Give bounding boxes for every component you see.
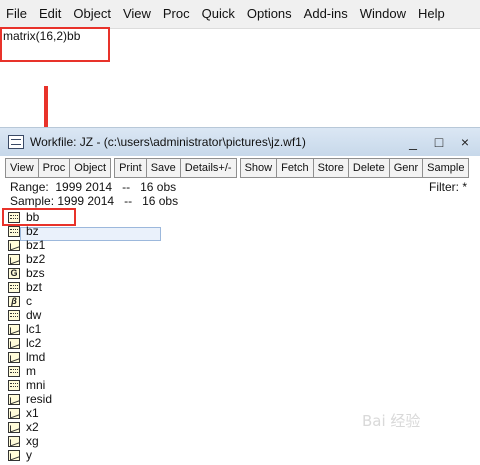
series-icon <box>8 407 20 419</box>
object-name: lc2 <box>26 336 42 350</box>
proc-button[interactable]: Proc <box>37 158 71 178</box>
object-name: bz <box>26 224 39 238</box>
object-name: dw <box>26 308 42 322</box>
delete-button[interactable]: Delete <box>347 158 390 178</box>
filter-info[interactable]: Filter: * <box>429 180 467 194</box>
object-name: resid <box>26 392 53 406</box>
object-name: xg <box>26 434 39 448</box>
object-highlight-box <box>2 208 76 226</box>
object-name: bzt <box>26 280 43 294</box>
menu-bar: File Edit Object View Proc Quick Options… <box>0 0 480 29</box>
show-button[interactable]: Show <box>239 158 278 178</box>
list-item[interactable]: lmd <box>8 350 52 364</box>
series-icon <box>8 323 20 335</box>
genr-button[interactable]: Genr <box>388 158 424 178</box>
object-name: y <box>26 448 32 462</box>
menu-edit[interactable]: Edit <box>33 0 67 28</box>
menu-window[interactable]: Window <box>354 0 412 28</box>
object-name: m <box>26 364 36 378</box>
save-button[interactable]: Save <box>145 158 181 178</box>
object-name: lmd <box>26 350 46 364</box>
list-item[interactable]: mni <box>8 378 52 392</box>
watermark: Bai 经验 <box>362 412 421 430</box>
workfile-toolbar: View Proc Object Print Save Details+/- S… <box>5 158 470 178</box>
object-button[interactable]: Object <box>69 158 112 178</box>
list-item[interactable]: bz1 <box>8 238 52 252</box>
menu-add-ins[interactable]: Add-ins <box>298 0 354 28</box>
list-item[interactable]: bzt <box>8 280 52 294</box>
list-item[interactable]: Gbzs <box>8 266 52 280</box>
list-item[interactable]: x1 <box>8 406 52 420</box>
print-button[interactable]: Print <box>114 158 147 178</box>
object-name: c <box>26 294 32 308</box>
list-item[interactable]: resid <box>8 392 52 406</box>
series-icon <box>8 449 20 461</box>
menu-help[interactable]: Help <box>412 0 451 28</box>
series-icon <box>8 337 20 349</box>
close-icon[interactable]: × <box>458 134 472 150</box>
list-item[interactable]: bz2 <box>8 252 52 266</box>
coef-icon: β <box>8 295 20 307</box>
list-item[interactable]: y <box>8 448 52 462</box>
sample-info[interactable]: Sample: 1999 2014 -- 16 obs <box>10 194 178 208</box>
menu-options[interactable]: Options <box>241 0 298 28</box>
series-icon <box>8 253 20 265</box>
object-list: bb bz bz1 bz2 Gbzs bzt β c dw lc1 lc2 lmd m mni resid x… <box>8 210 52 462</box>
list-item[interactable]: bz <box>8 224 52 238</box>
menu-quick[interactable]: Quick <box>196 0 241 28</box>
vector-icon <box>8 281 20 293</box>
object-name: bzs <box>26 266 45 280</box>
range-info[interactable]: Range: 1999 2014 -- 16 obs <box>10 180 176 194</box>
store-button[interactable]: Store <box>312 158 349 178</box>
object-name: bz2 <box>26 252 46 266</box>
series-icon <box>8 393 20 405</box>
vector-icon <box>8 225 20 237</box>
vector-icon <box>8 309 20 321</box>
workfile-icon <box>8 135 24 149</box>
list-item[interactable]: m <box>8 364 52 378</box>
series-icon <box>8 421 20 433</box>
object-name: lc1 <box>26 322 42 336</box>
menu-file[interactable]: File <box>0 0 33 28</box>
window-controls: _ □ × <box>406 128 472 156</box>
workfile-titlebar[interactable]: Workfile: JZ - (c:\users\administrator\p… <box>0 128 480 156</box>
list-item[interactable]: lc1 <box>8 322 52 336</box>
workfile-title: Workfile: JZ - (c:\users\administrator\p… <box>30 135 306 149</box>
menu-view[interactable]: View <box>117 0 157 28</box>
list-item[interactable]: x2 <box>8 420 52 434</box>
series-icon <box>8 435 20 447</box>
object-name: x2 <box>26 420 39 434</box>
group-icon: G <box>8 267 20 279</box>
sample-button[interactable]: Sample <box>422 158 470 178</box>
vector-icon <box>8 379 20 391</box>
vector-icon <box>8 365 20 377</box>
command-highlight-box <box>0 27 110 62</box>
object-name: mni <box>26 378 46 392</box>
details-button[interactable]: Details+/- <box>179 158 237 178</box>
list-item[interactable]: βc <box>8 294 52 308</box>
list-item[interactable]: lc2 <box>8 336 52 350</box>
series-icon <box>8 239 20 251</box>
minimize-icon[interactable]: _ <box>406 134 420 150</box>
fetch-button[interactable]: Fetch <box>276 158 314 178</box>
menu-proc[interactable]: Proc <box>157 0 196 28</box>
list-item[interactable]: xg <box>8 434 52 448</box>
maximize-icon[interactable]: □ <box>432 134 446 150</box>
series-icon <box>8 351 20 363</box>
view-button[interactable]: View <box>5 158 39 178</box>
list-item[interactable]: dw <box>8 308 52 322</box>
object-name: bz1 <box>26 238 46 252</box>
object-name: x1 <box>26 406 39 420</box>
menu-object[interactable]: Object <box>67 0 117 28</box>
